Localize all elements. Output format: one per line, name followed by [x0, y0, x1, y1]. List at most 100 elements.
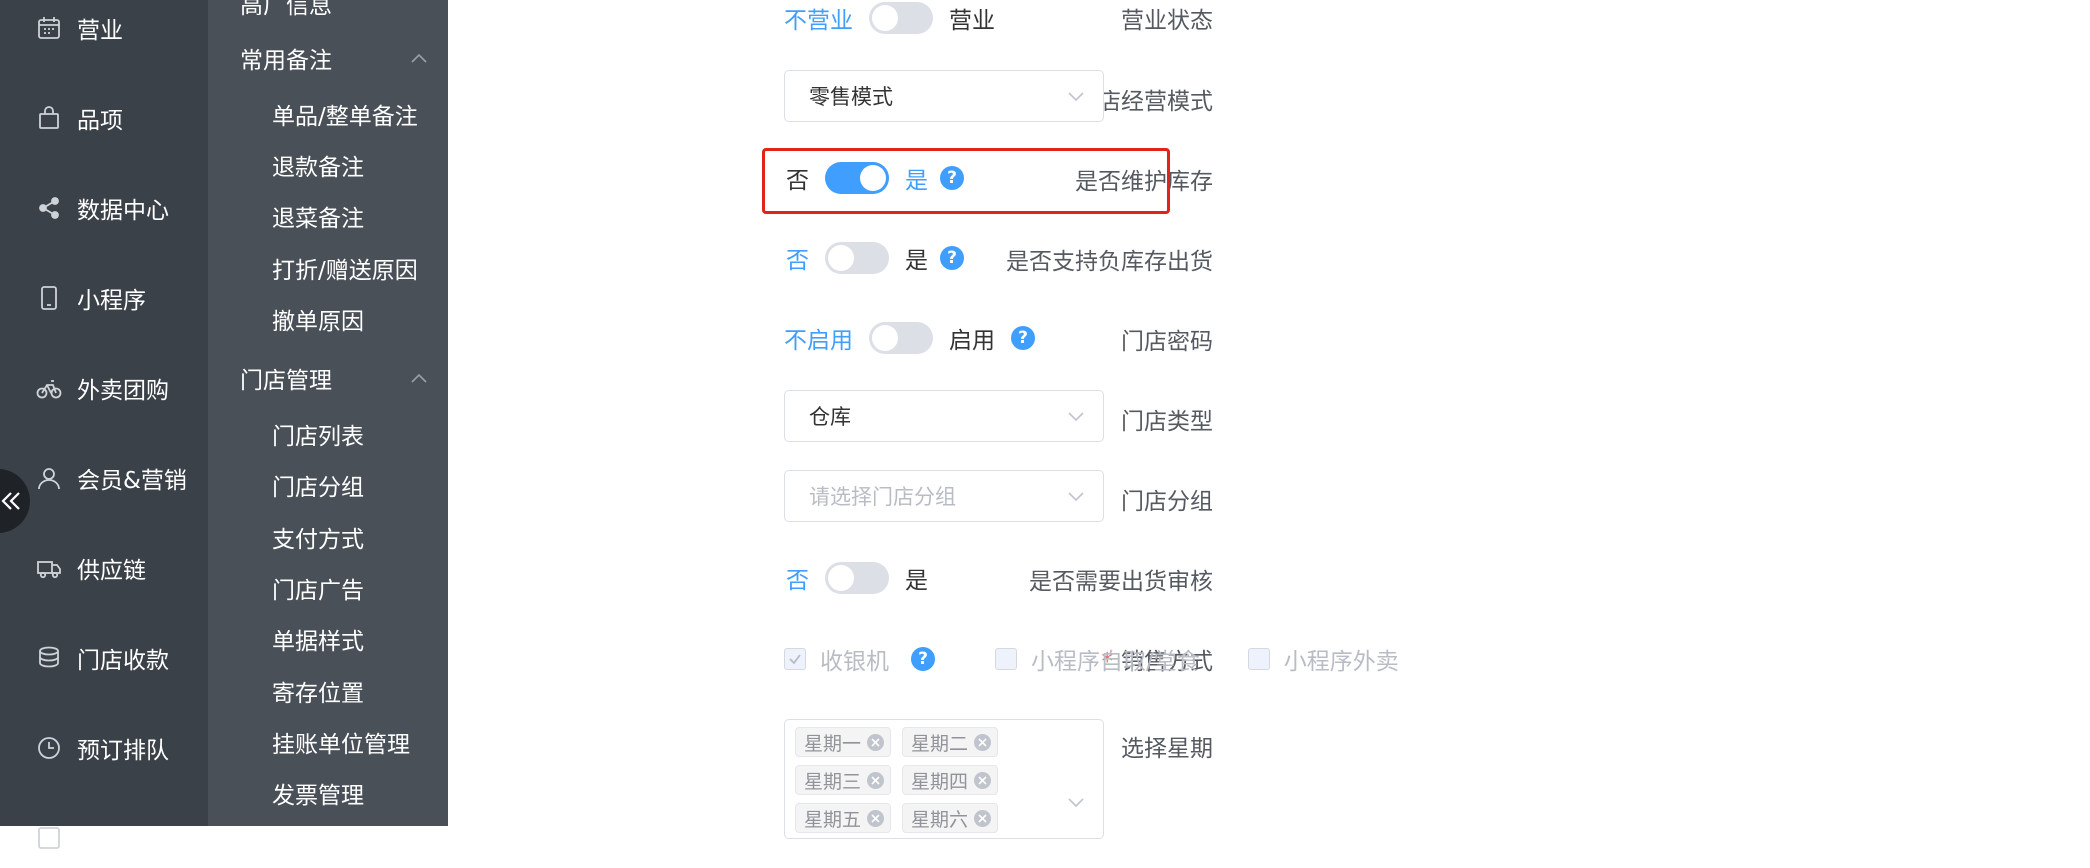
phone-icon — [36, 285, 62, 311]
submenu-item-cancel-order-reasons[interactable]: 撤单原因 — [208, 296, 448, 342]
submenu-item-payment-methods[interactable]: 支付方式 — [208, 514, 448, 560]
nav-item-business[interactable]: 营业 — [0, 0, 208, 58]
help-icon[interactable]: ? — [940, 166, 964, 190]
submenu-item-item-order-notes[interactable]: 单品/整单备注 — [208, 91, 448, 137]
select-placeholder: 请选择门店分组 — [809, 485, 956, 509]
maintain-stock-switch[interactable] — [825, 162, 889, 194]
nav-item-supply-chain[interactable]: 供应链 — [0, 538, 208, 598]
close-icon[interactable] — [867, 809, 885, 827]
nav-item-more[interactable] — [0, 808, 208, 868]
weekday-tag: 星期三 — [795, 765, 892, 795]
submenu-group-label: 常用备注 — [240, 48, 332, 74]
help-icon[interactable]: ? — [940, 246, 964, 270]
nav-item-store-payments[interactable]: 门店收款 — [0, 628, 208, 688]
submenu-item-store-list[interactable]: 门店列表 — [208, 411, 448, 457]
store-mode-select[interactable]: 零售模式 — [784, 70, 1104, 122]
business-status-switch[interactable] — [869, 2, 933, 34]
help-icon[interactable]: ? — [911, 647, 935, 671]
checkbox-mini-delivery[interactable]: 小程序外卖 — [1247, 642, 1399, 676]
switch-on-text[interactable]: 营业 — [949, 1, 995, 35]
calendar-icon — [36, 15, 62, 41]
store-group-select[interactable]: 请选择门店分组 — [784, 470, 1104, 522]
weekday-tag: 星期五 — [795, 803, 892, 833]
submenu-item-refund-notes[interactable]: 退款备注 — [208, 142, 448, 188]
submenu-item-store-groups[interactable]: 门店分组 — [208, 462, 448, 508]
submenu-item-invoice-management[interactable]: 发票管理 — [208, 770, 448, 816]
nav-item-label: 数据中心 — [77, 198, 169, 224]
shipping-review-switch[interactable] — [825, 562, 889, 594]
weekday-tag: 星期一 — [795, 727, 892, 757]
check-icon — [789, 654, 801, 665]
store-password-switch[interactable] — [869, 322, 933, 354]
help-icon[interactable]: ? — [1011, 326, 1035, 350]
submenu-item-label: 发票管理 — [272, 783, 364, 809]
submenu-item-return-dish-notes[interactable]: 退菜备注 — [208, 193, 448, 239]
switch-off-text[interactable]: 否 — [786, 161, 809, 195]
weekday-multiselect[interactable]: 星期一 星期二 星期三 星期四 星期五 星期六 — [784, 719, 1104, 839]
truck-icon — [36, 555, 62, 581]
close-icon[interactable] — [974, 733, 992, 751]
checkbox-cashier[interactable]: 收银机 — [784, 642, 889, 676]
submenu-item-receipt-styles[interactable]: 单据样式 — [208, 616, 448, 662]
switch-on-text[interactable]: 启用 — [949, 321, 995, 355]
weekday-tag: 星期四 — [902, 765, 999, 795]
nav-item-member-marketing[interactable]: 会员&营销 — [0, 448, 208, 508]
nav-item-products[interactable]: 品项 — [0, 88, 208, 148]
switch-off-text[interactable]: 不营业 — [784, 1, 853, 35]
field-label: 营业状态 — [1121, 8, 1213, 34]
field-label: 是否维护库存 — [1075, 169, 1213, 195]
submenu-item-label: 撤单原因 — [272, 309, 364, 335]
user-icon — [36, 465, 62, 491]
submenu-item-label: 单据样式 — [272, 629, 364, 655]
store-type-select[interactable]: 仓库 — [784, 390, 1104, 442]
switch-on-text[interactable]: 是 — [905, 161, 928, 195]
submenu-group-common-notes[interactable]: 常用备注 — [208, 33, 448, 83]
tag-label: 星期一 — [804, 732, 862, 755]
checkbox-label: 小程序外卖 — [1283, 649, 1399, 675]
nav-item-delivery-groupbuy[interactable]: 外卖团购 — [0, 358, 208, 418]
close-icon[interactable] — [974, 771, 992, 789]
nav-item-label: 门店收款 — [77, 648, 169, 674]
row-shipping-review: 是否需要出货审核 否 是 — [448, 560, 2090, 595]
submenu-group-store-management[interactable]: 门店管理 — [208, 353, 448, 403]
nav-item-data-center[interactable]: 数据中心 — [0, 178, 208, 238]
bag-icon — [36, 105, 62, 131]
submenu-item-label: 退菜备注 — [272, 206, 364, 232]
select-value: 零售模式 — [809, 85, 893, 109]
field-label: 门店类型 — [1121, 409, 1213, 435]
checkbox-mini-pickup-dinein[interactable]: 小程序自取/堂食 — [995, 642, 1200, 676]
row-store-group: 门店分组 请选择门店分组 — [448, 470, 2090, 522]
submenu-item-label: 高厂信息 — [240, 0, 332, 19]
negative-stock-switch[interactable] — [825, 242, 889, 274]
submenu-item-discount-gift-reasons[interactable]: 打折/赠送原因 — [208, 245, 448, 291]
switch-on-text[interactable]: 是 — [905, 561, 928, 595]
row-store-type: 门店类型 仓库 — [448, 390, 2090, 442]
checkbox-box — [995, 648, 1017, 670]
switch-off-text[interactable]: 否 — [786, 241, 809, 275]
switch-on-text[interactable]: 是 — [905, 241, 928, 275]
submenu-item-storage-locations[interactable]: 寄存位置 — [208, 668, 448, 714]
submenu-group-label: 门店管理 — [240, 368, 332, 394]
nav-item-mini-program[interactable]: 小程序 — [0, 268, 208, 328]
close-icon[interactable] — [867, 733, 885, 751]
nav-item-label: 外卖团购 — [77, 378, 169, 404]
switch-off-text[interactable]: 否 — [786, 561, 809, 595]
nav-item-label: 预订排队 — [77, 738, 169, 764]
chevron-down-icon — [1067, 795, 1085, 809]
nav-item-reservation-queue[interactable]: 预订排队 — [0, 718, 208, 778]
submenu-item-store-ads[interactable]: 门店广告 — [208, 565, 448, 611]
submenu-item-partial[interactable]: 高厂信息 — [208, 0, 448, 26]
switch-off-text[interactable]: 不启用 — [784, 321, 853, 355]
tag-label: 星期三 — [804, 770, 862, 793]
close-icon[interactable] — [867, 771, 885, 789]
nav-item-label: 供应链 — [77, 558, 146, 584]
submenu-item-label: 退款备注 — [272, 155, 364, 181]
close-icon[interactable] — [974, 809, 992, 827]
submenu-item-credit-units[interactable]: 挂账单位管理 — [208, 719, 448, 765]
primary-sidebar: 营业 品项 数据中心 小程序 外卖团购 会员&营销 供应链 门店收款 预订排队 — [0, 0, 208, 849]
chevron-down-icon — [1067, 489, 1085, 503]
submenu-item-label: 挂账单位管理 — [272, 732, 410, 758]
share-icon — [36, 195, 62, 221]
chevron-down-icon — [1067, 409, 1085, 423]
switch-knob — [828, 245, 854, 271]
